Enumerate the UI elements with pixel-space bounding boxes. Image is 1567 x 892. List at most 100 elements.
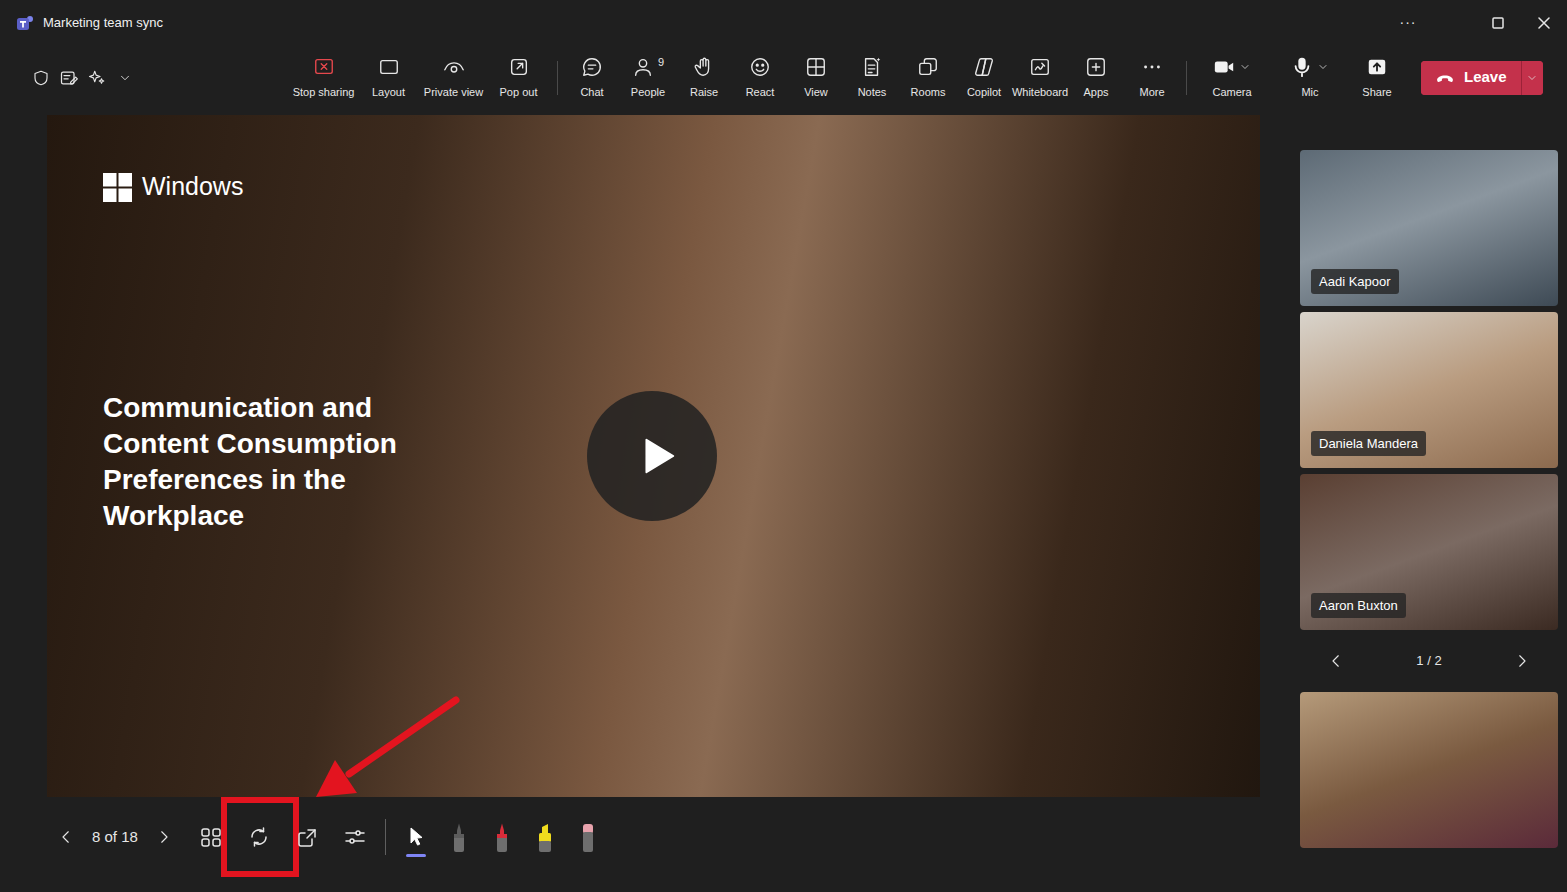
pen-tool-button[interactable] (482, 817, 522, 857)
pen-color (454, 834, 464, 838)
share-slide-button[interactable] (287, 817, 327, 857)
meeting-info-icons (30, 58, 291, 98)
toolbar-button-label: Private view (424, 84, 483, 101)
chat-icon (581, 56, 603, 78)
page-indicator: 1 / 2 (1416, 651, 1441, 671)
next-slide-button[interactable] (154, 817, 174, 857)
toolbar-button[interactable]: Pop out (486, 49, 551, 107)
toolbar-button-label: Notes (858, 84, 887, 101)
maximize-icon (1492, 17, 1504, 29)
eraser-tool-button[interactable] (568, 817, 608, 857)
camera-icon (1213, 56, 1235, 78)
toolbar-button-icon-row (1366, 55, 1388, 79)
toolbar-button-label: Pop out (500, 84, 538, 101)
teams-logo-icon (16, 14, 34, 32)
close-icon (1538, 17, 1550, 29)
teams-meeting-window: Marketing team sync···Stop sharingLayout… (0, 0, 1567, 877)
toolbar-button-icon-row (378, 55, 400, 79)
maximize-button[interactable] (1475, 3, 1521, 43)
meeting-notes-button[interactable] (58, 58, 80, 98)
chevron-down-icon (1317, 61, 1329, 73)
toolbar-button-label: Share (1362, 84, 1391, 101)
toolbar-button[interactable]: Stop sharing (291, 49, 356, 107)
participant-tile[interactable]: Daniela Mandera (1300, 312, 1558, 468)
notepad-icon (59, 68, 79, 88)
toolbar-button-icon-row (693, 55, 715, 79)
toolbar-button-label: Apps (1083, 84, 1108, 101)
highlighter-color (539, 833, 551, 842)
pen-tool-button[interactable] (439, 817, 479, 857)
leave-button-group: Leave (1421, 61, 1543, 95)
smiley-icon (749, 56, 771, 78)
chevron-left-icon (1327, 652, 1345, 670)
slide-grid-icon (199, 825, 223, 849)
toolbar-button[interactable]: Mic (1271, 49, 1349, 107)
selected-tool-underline (406, 854, 426, 857)
participant-tile[interactable]: Aadi Kapoor (1300, 150, 1558, 306)
participant-tiles: Aadi Kapoor Daniela Mandera Aaron Buxton (1300, 150, 1558, 630)
grid-view-icon (805, 56, 827, 78)
share-forward-icon (295, 825, 319, 849)
apps-icon (1085, 56, 1107, 78)
play-video-button[interactable] (587, 391, 717, 521)
sync-slides-button[interactable] (239, 817, 279, 857)
toolbar-button-icon-row (1141, 55, 1163, 79)
next-page-button[interactable] (1512, 641, 1532, 681)
rooms-icon (917, 56, 939, 78)
toolbar-button[interactable]: Chat (564, 49, 620, 107)
more-options-text: ··· (1400, 12, 1417, 33)
toolbar-button-icon-row (749, 55, 771, 79)
close-button[interactable] (1521, 3, 1567, 43)
layout-icon (378, 56, 400, 78)
info-menu-button[interactable] (114, 58, 136, 98)
presenter-settings-button[interactable] (335, 817, 375, 857)
self-view-tile[interactable] (1300, 692, 1558, 848)
highlighter-tool-button[interactable] (525, 817, 565, 857)
toolbar-button[interactable]: Camera (1193, 49, 1271, 107)
participant-tile[interactable]: Aaron Buxton (1300, 474, 1558, 630)
whiteboard-icon (1029, 56, 1051, 78)
participant-pager: 1 / 2 (1300, 630, 1558, 692)
toolbar-button[interactable]: Share (1349, 49, 1405, 107)
toolbar-button[interactable]: 9 People (620, 49, 676, 107)
shared-slide: WindowsCommunication and Content Consump… (47, 115, 1260, 797)
toolbar-button[interactable]: More (1124, 49, 1180, 107)
annotation-arrow-icon (309, 692, 469, 807)
security-button[interactable] (30, 58, 52, 98)
previous-slide-button[interactable] (56, 817, 76, 857)
leave-label: Leave (1464, 66, 1507, 89)
toolbar-button-label: People (631, 84, 665, 101)
effects-button[interactable] (86, 58, 108, 98)
toolbar-button[interactable]: Whiteboard (1012, 49, 1068, 107)
toolbar-button[interactable]: Apps (1068, 49, 1124, 107)
toolbar-button-icon-row (1029, 55, 1051, 79)
annotation-tools (396, 817, 608, 857)
toolbar-button[interactable]: Layout (356, 49, 421, 107)
toolbar-button-label: React (746, 84, 775, 101)
toolbar-button[interactable]: Rooms (900, 49, 956, 107)
all-slides-button[interactable] (191, 817, 231, 857)
chevron-right-icon (155, 828, 173, 846)
previous-page-button[interactable] (1326, 641, 1346, 681)
toolbar-button-icon-row (973, 55, 995, 79)
toolbar-button-icon-row (508, 55, 530, 79)
sync-icon (247, 825, 271, 849)
leave-button[interactable]: Leave (1421, 61, 1521, 95)
toolbar-button[interactable]: React (732, 49, 788, 107)
pointer-tool-button[interactable] (396, 817, 436, 857)
toolbar-button[interactable]: Raise (676, 49, 732, 107)
leave-options-button[interactable] (1521, 61, 1543, 95)
toolbar-button[interactable]: Notes (844, 49, 900, 107)
toolbar-button[interactable]: Private view (421, 49, 486, 107)
controls-divider (385, 819, 386, 855)
more-options-button[interactable]: ··· (1385, 3, 1431, 43)
toolbar-button-icon-row (1291, 55, 1329, 79)
toolbar-button[interactable]: Copilot (956, 49, 1012, 107)
toolbar-button-icon-row: 9 (632, 55, 664, 79)
chevron-down-icon (1526, 72, 1538, 84)
participant-name: Daniela Mandera (1311, 431, 1426, 457)
toolbar-button-label: Layout (372, 84, 405, 101)
toolbar-button[interactable]: View (788, 49, 844, 107)
participant-name: Aadi Kapoor (1311, 269, 1399, 295)
share-screen-icon (1366, 56, 1388, 78)
